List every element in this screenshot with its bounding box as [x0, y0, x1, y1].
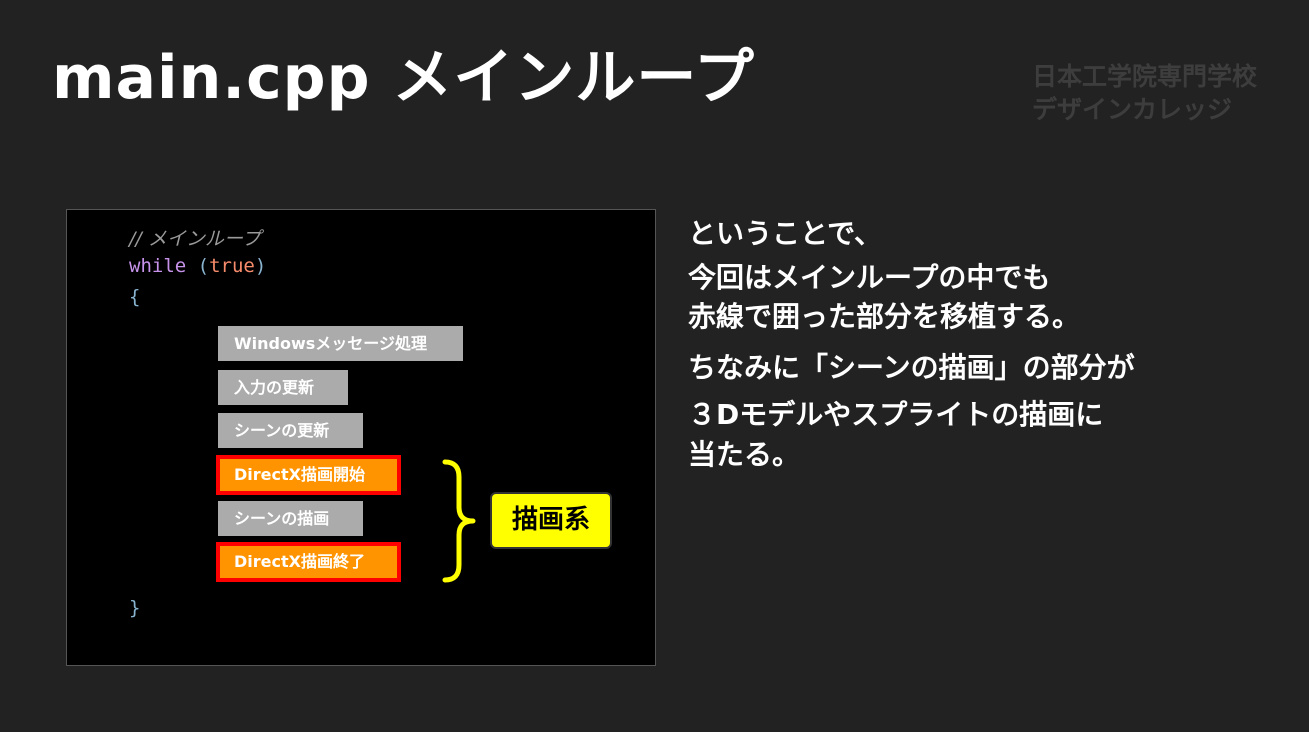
- code-paren-open: (: [197, 255, 210, 277]
- logo-line-1: 日本工学院専門学校: [1032, 62, 1258, 91]
- logo-line-2: デザインカレッジ: [1032, 95, 1233, 124]
- code-keyword-while: while: [129, 255, 187, 277]
- step-scene-draw: シーンの描画: [218, 501, 363, 536]
- explanation-line-6: 当たる。: [688, 438, 801, 471]
- code-panel: // メインループ while (true) { Windowsメッセージ処理 …: [66, 209, 656, 666]
- curly-bracket-icon: [442, 459, 476, 583]
- step-windows-message: Windowsメッセージ処理: [218, 326, 463, 361]
- code-comment: // メインループ: [129, 228, 261, 250]
- explanation-line-3: 赤線で囲った部分を移植する。: [688, 300, 1081, 333]
- slide-title: main.cpp メインループ: [52, 43, 755, 113]
- draw-group-label: 描画系: [490, 492, 612, 549]
- step-directx-draw-end: DirectX描画終了: [216, 542, 401, 582]
- explanation-line-5: ３Dモデルやスプライトの描画に: [688, 398, 1104, 431]
- code-while-line: while (true): [129, 255, 266, 277]
- step-input-update: 入力の更新: [218, 370, 348, 405]
- code-paren-close: ): [254, 255, 267, 277]
- step-directx-draw-begin: DirectX描画開始: [216, 455, 401, 495]
- explanation-line-1: ということで、: [688, 217, 883, 250]
- code-brace-open: {: [129, 286, 141, 308]
- code-literal-true: true: [209, 255, 255, 277]
- step-scene-update: シーンの更新: [218, 413, 363, 448]
- explanation-line-4: ちなみに「シーンの描画」の部分が: [688, 351, 1135, 384]
- explanation-line-2: 今回はメインループの中でも: [688, 261, 1051, 294]
- code-brace-close: }: [129, 597, 141, 619]
- school-logo: 日本工学院専門学校 デザインカレッジ: [1032, 60, 1257, 126]
